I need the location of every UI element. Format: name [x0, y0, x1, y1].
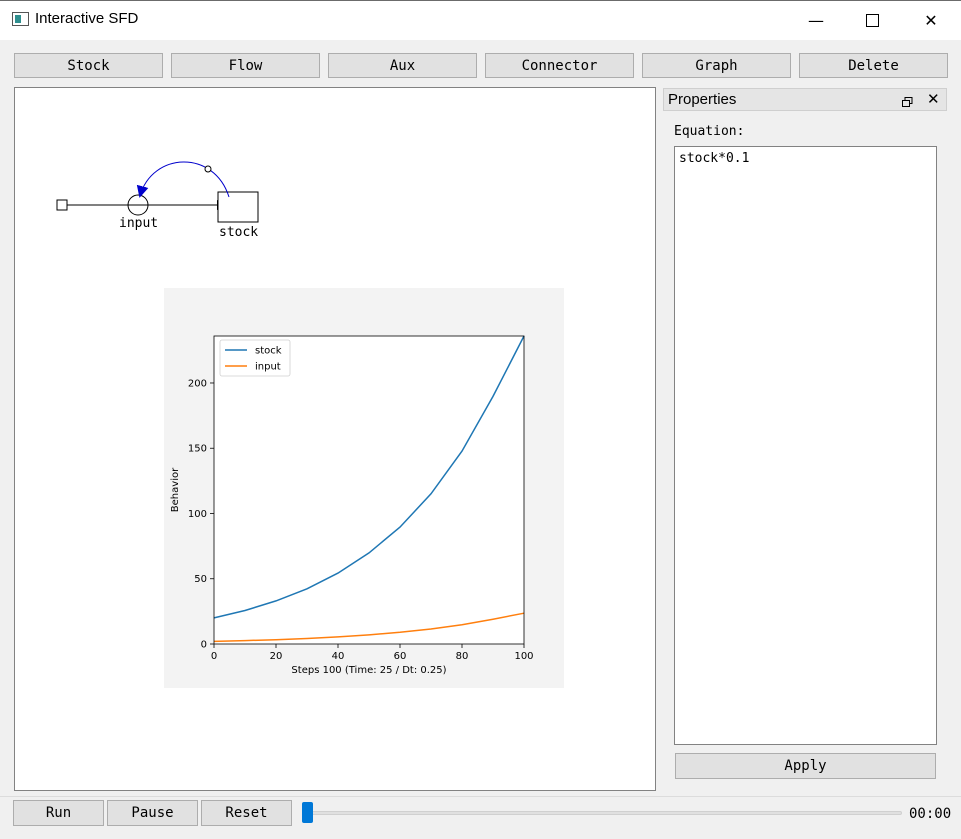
plot-area	[214, 336, 524, 644]
apply-button[interactable]: Apply	[675, 753, 936, 779]
y-tick-label: 100	[188, 509, 207, 520]
minimize-icon[interactable]: —	[793, 0, 839, 40]
y-axis-label: Behavior	[170, 467, 181, 512]
float-icon[interactable]	[902, 93, 913, 107]
delete-button[interactable]: Delete	[799, 53, 948, 78]
x-axis-label: Steps 100 (Time: 25 / Dt: 0.25)	[291, 665, 446, 676]
close-icon[interactable]: ✕	[908, 0, 954, 40]
aux-button[interactable]: Aux	[328, 53, 477, 78]
y-tick-label: 0	[201, 640, 207, 651]
x-tick-label: 40	[332, 651, 345, 662]
stock-button[interactable]: Stock	[14, 53, 163, 78]
graph-panel: 0 20 40 60 80 100 0 50 100 150 200 Steps 100 (Time:…	[164, 288, 564, 688]
time-slider-track[interactable]	[304, 811, 902, 815]
time-slider-handle[interactable]	[302, 802, 313, 823]
app-icon	[12, 12, 29, 26]
cloud-source-icon[interactable]	[56, 199, 68, 211]
window-title: Interactive SFD	[35, 10, 139, 27]
time-readout: 00:00	[909, 806, 952, 822]
maximize-icon[interactable]	[849, 0, 895, 40]
x-tick-label: 80	[456, 651, 469, 662]
graph-button[interactable]: Graph	[642, 53, 791, 78]
properties-title: Properties	[668, 91, 737, 108]
equation-label: Equation:	[674, 124, 745, 139]
behavior-chart: 0 20 40 60 80 100 0 50 100 150 200 Steps 100 (Time:…	[170, 335, 534, 676]
reset-button[interactable]: Reset	[201, 800, 292, 826]
stock-box[interactable]	[217, 191, 259, 223]
connector-button[interactable]: Connector	[485, 53, 634, 78]
panel-close-icon[interactable]: ✕	[927, 90, 940, 108]
connector-handle-icon[interactable]	[204, 165, 212, 173]
connector-arc[interactable]	[136, 161, 230, 198]
legend-label-stock: stock	[255, 346, 282, 357]
stock-label: stock	[219, 225, 259, 240]
equation-field[interactable]: stock*0.1	[674, 146, 937, 745]
x-tick-label: 100	[514, 651, 533, 662]
pause-button[interactable]: Pause	[107, 800, 198, 826]
legend-label-input: input	[255, 362, 281, 373]
flow-button[interactable]: Flow	[171, 53, 320, 78]
run-button[interactable]: Run	[13, 800, 104, 826]
y-tick-label: 50	[194, 574, 207, 585]
x-tick-label: 0	[211, 651, 217, 662]
x-tick-label: 60	[394, 651, 407, 662]
y-tick-label: 150	[188, 444, 207, 455]
flow-label: input	[119, 216, 159, 231]
x-tick-label: 20	[270, 651, 283, 662]
y-tick-label: 200	[188, 378, 207, 389]
